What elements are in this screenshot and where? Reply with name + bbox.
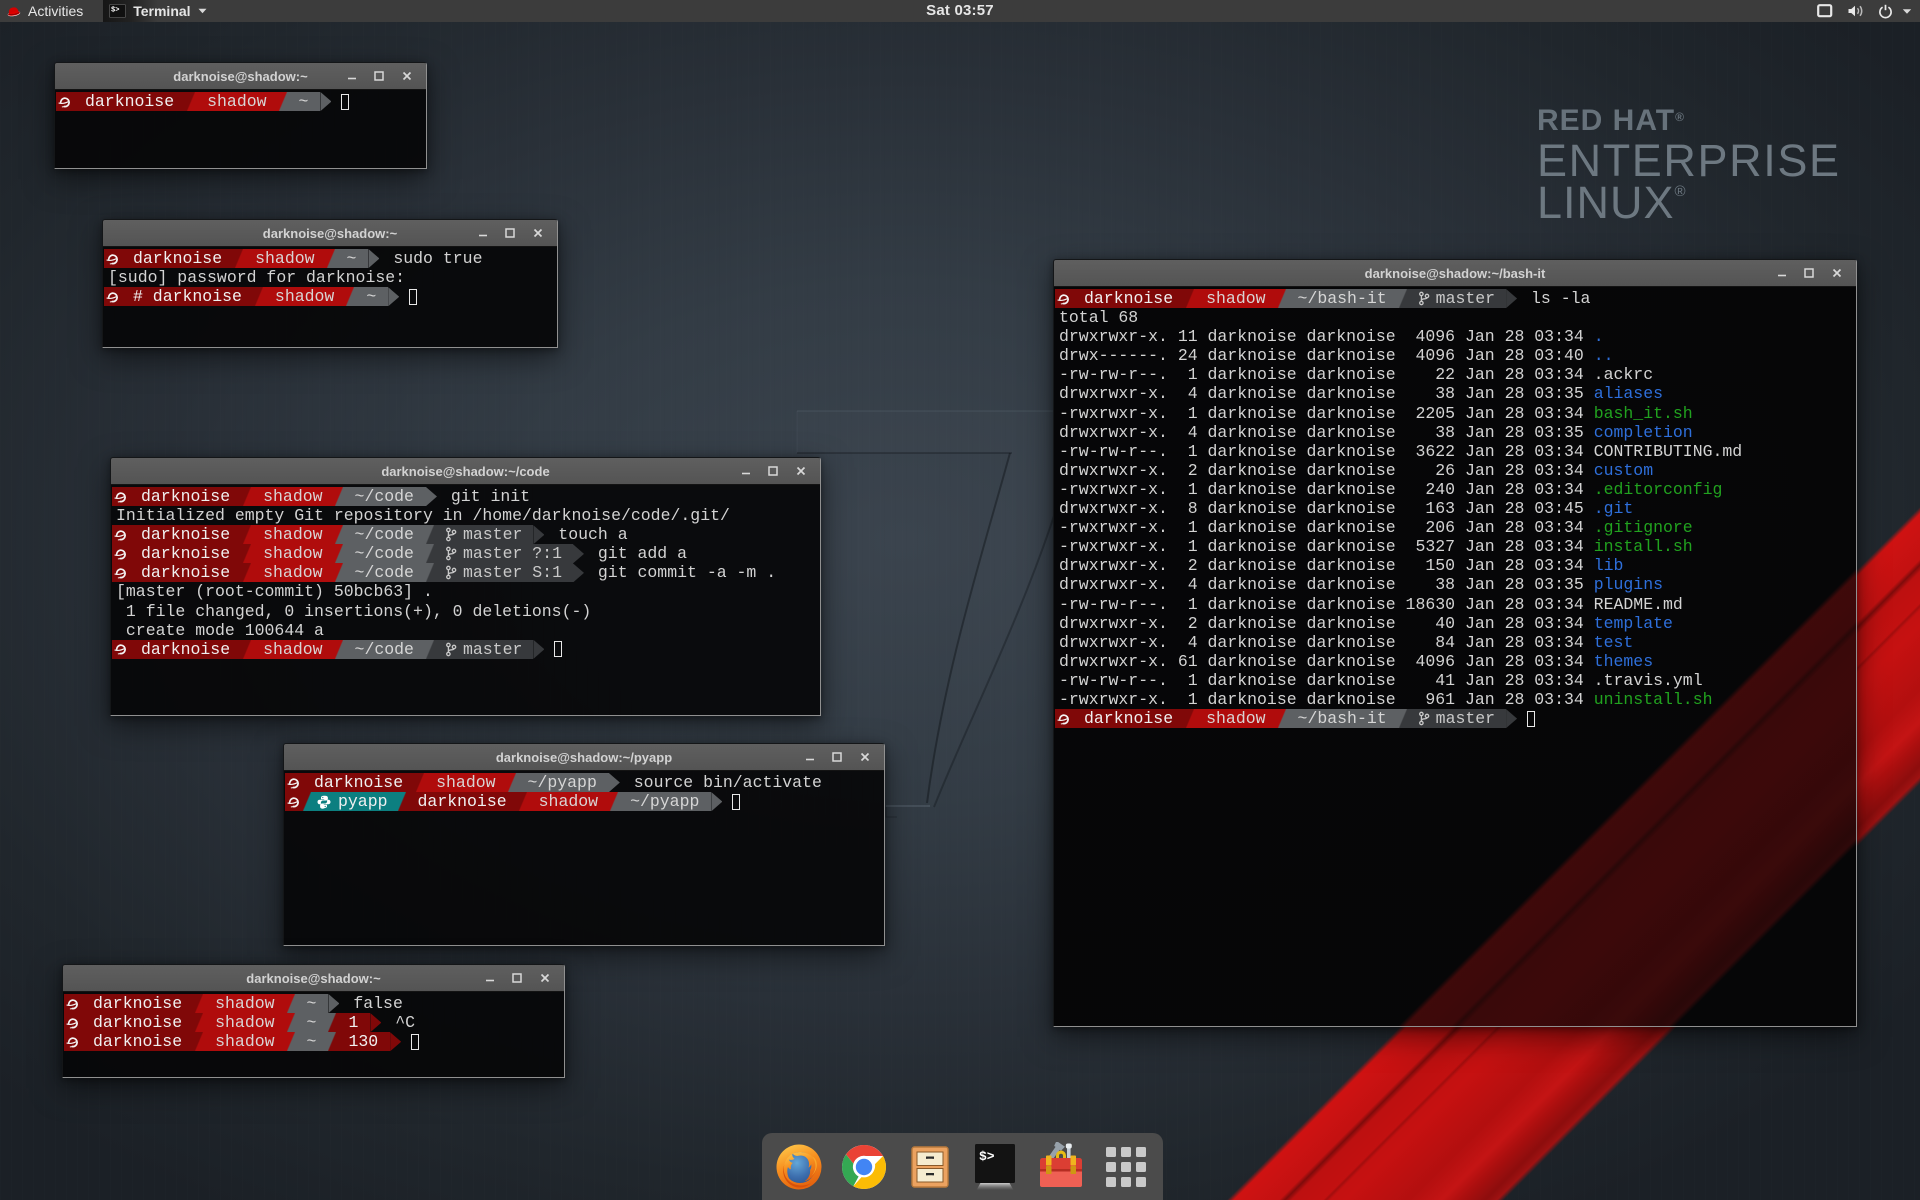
svg-text:$>: $> <box>979 1149 995 1164</box>
svg-text:$>: $> <box>111 6 119 14</box>
